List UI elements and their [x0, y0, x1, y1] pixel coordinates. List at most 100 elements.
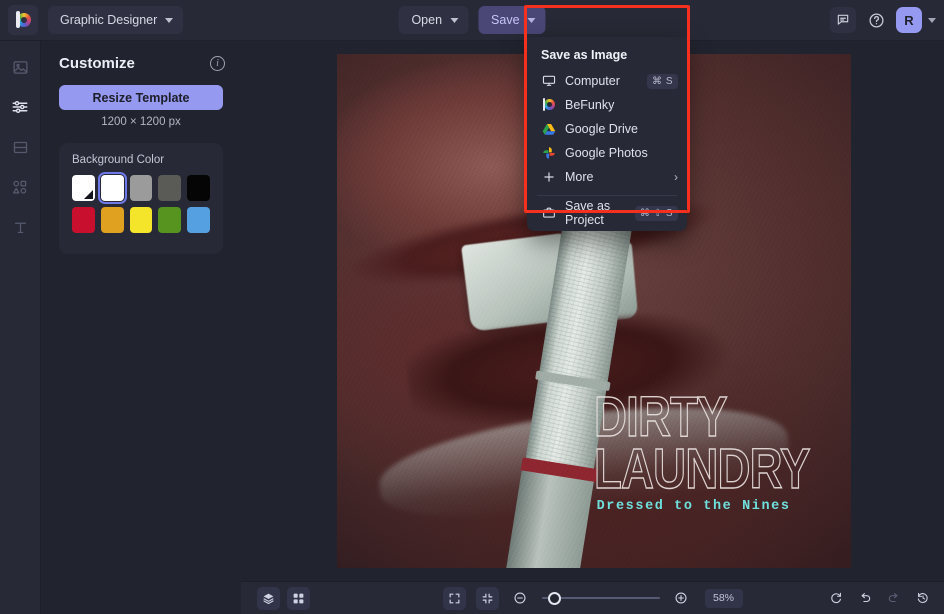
undo-icon: [858, 591, 872, 605]
help-button[interactable]: [864, 8, 888, 32]
account-actions: R: [830, 7, 936, 33]
zoom-slider-handle[interactable]: [548, 592, 561, 605]
google-photos-icon: [541, 146, 556, 160]
background-swatch-row-1: [72, 175, 210, 201]
swatch-white[interactable]: [101, 175, 124, 201]
avatar[interactable]: R: [896, 7, 922, 33]
bottom-toolbar: 58%: [241, 581, 944, 614]
bottom-left-tools: [257, 587, 310, 610]
custom-color-corner-icon: [84, 190, 93, 199]
chevron-down-icon: [450, 18, 458, 23]
save-as-image-heading: Save as Image: [527, 44, 687, 69]
history-controls: [824, 587, 934, 610]
info-circle-icon[interactable]: i: [210, 56, 225, 71]
reset-button[interactable]: [824, 587, 847, 610]
background-color-label: Background Color: [72, 154, 210, 166]
swatch-dark-gray[interactable]: [158, 175, 181, 201]
zoom-in-button[interactable]: [670, 587, 693, 610]
menu-divider: [537, 195, 677, 196]
save-button-label: Save: [491, 13, 520, 27]
befunky-logo-button[interactable]: [8, 5, 38, 35]
menu-item-more-label: More: [565, 170, 665, 184]
reset-icon: [829, 591, 843, 605]
menu-item-computer-label: Computer: [565, 74, 638, 88]
shapes-icon: [11, 178, 29, 196]
zoom-slider[interactable]: [542, 590, 660, 606]
artwork-headline[interactable]: DIRTYLAUNDRY: [594, 391, 791, 496]
swatch-crimson[interactable]: [72, 207, 95, 233]
panel-header: Customize i: [41, 41, 241, 72]
layers-icon: [262, 592, 275, 605]
page-title: Customize: [59, 55, 135, 72]
befunky-logo-icon: [541, 98, 556, 112]
grid-icon: [292, 592, 305, 605]
swatch-amber[interactable]: [101, 207, 124, 233]
sidebar-item-customize[interactable]: [6, 93, 34, 121]
redo-button[interactable]: [882, 587, 905, 610]
frame-icon: [12, 139, 29, 156]
feedback-button[interactable]: [830, 7, 856, 33]
redo-icon: [887, 591, 901, 605]
plus-circle-icon: [674, 591, 688, 605]
plus-icon: [541, 170, 556, 184]
artwork-subtitle[interactable]: Dressed to the Nines: [597, 499, 844, 514]
avatar-initial: R: [904, 13, 913, 28]
menu-item-google-photos[interactable]: Google Photos: [527, 141, 687, 165]
menu-item-befunky[interactable]: BeFunky: [527, 93, 687, 117]
template-type-selector[interactable]: Graphic Designer: [48, 6, 183, 34]
undo-button[interactable]: [853, 587, 876, 610]
customize-panel: Customize i Resize Template 1200 × 1200 …: [41, 41, 241, 614]
swatch-blue[interactable]: [187, 207, 210, 233]
chevron-down-icon[interactable]: [928, 18, 936, 23]
menu-item-save-as-project[interactable]: Save as Project ⌘ ⇧ S: [527, 201, 687, 225]
canvas-dimensions-label: 1200 × 1200 px: [41, 116, 241, 128]
sidebar-item-image-manager[interactable]: [6, 53, 34, 81]
history-icon: [916, 591, 930, 605]
chevron-down-icon: [165, 18, 173, 23]
menu-item-google-drive-label: Google Drive: [565, 122, 678, 136]
befunky-logo-icon: [14, 11, 32, 29]
expand-frame-icon: [448, 592, 461, 605]
sidebar-item-graphics[interactable]: [6, 173, 34, 201]
save-button[interactable]: Save: [478, 6, 546, 34]
tool-rail: [0, 41, 41, 614]
swatch-custom-color[interactable]: [72, 175, 95, 201]
swatch-yellow[interactable]: [130, 207, 153, 233]
menu-item-more[interactable]: More ›: [527, 165, 687, 189]
artwork-headline-line2: LAUNDRY: [594, 437, 810, 501]
monitor-icon: [541, 74, 556, 88]
top-toolbar: Graphic Designer Open Save: [0, 0, 944, 41]
zoom-level-value[interactable]: 58%: [705, 589, 743, 608]
shrink-to-fit-button[interactable]: [476, 587, 499, 610]
open-button[interactable]: Open: [398, 6, 468, 34]
swatch-black[interactable]: [187, 175, 210, 201]
swatch-green[interactable]: [158, 207, 181, 233]
menu-item-computer[interactable]: Computer ⌘ S: [527, 69, 687, 93]
background-color-card: Background Color: [59, 143, 223, 254]
resize-template-button[interactable]: Resize Template: [59, 85, 223, 110]
background-swatch-row-2: [72, 207, 210, 233]
grid-view-button[interactable]: [287, 587, 310, 610]
chevron-down-icon: [528, 18, 536, 23]
save-dropdown-menu: Save as Image Computer ⌘ S BeFunky: [527, 37, 687, 231]
chat-bubble-icon: [836, 13, 850, 27]
menu-item-computer-shortcut: ⌘ S: [647, 74, 678, 89]
zoom-out-button[interactable]: [509, 587, 532, 610]
chevron-right-icon: ›: [674, 170, 678, 184]
zoom-controls: 58%: [443, 587, 743, 610]
sliders-icon: [11, 98, 29, 116]
sidebar-item-text[interactable]: [6, 213, 34, 241]
image-icon: [12, 59, 29, 76]
menu-item-google-drive[interactable]: Google Drive: [527, 117, 687, 141]
minus-circle-icon: [513, 591, 527, 605]
center-actions: Open Save: [398, 6, 545, 34]
text-icon: [12, 219, 29, 236]
swatch-gray[interactable]: [130, 175, 153, 201]
sidebar-item-templates[interactable]: [6, 133, 34, 161]
menu-item-google-photos-label: Google Photos: [565, 146, 678, 160]
question-circle-icon: [868, 12, 885, 29]
fit-to-screen-button[interactable]: [443, 587, 466, 610]
layers-button[interactable]: [257, 587, 280, 610]
history-button[interactable]: [911, 587, 934, 610]
befunky-graphic-designer-app: Graphic Designer Open Save: [0, 0, 944, 614]
